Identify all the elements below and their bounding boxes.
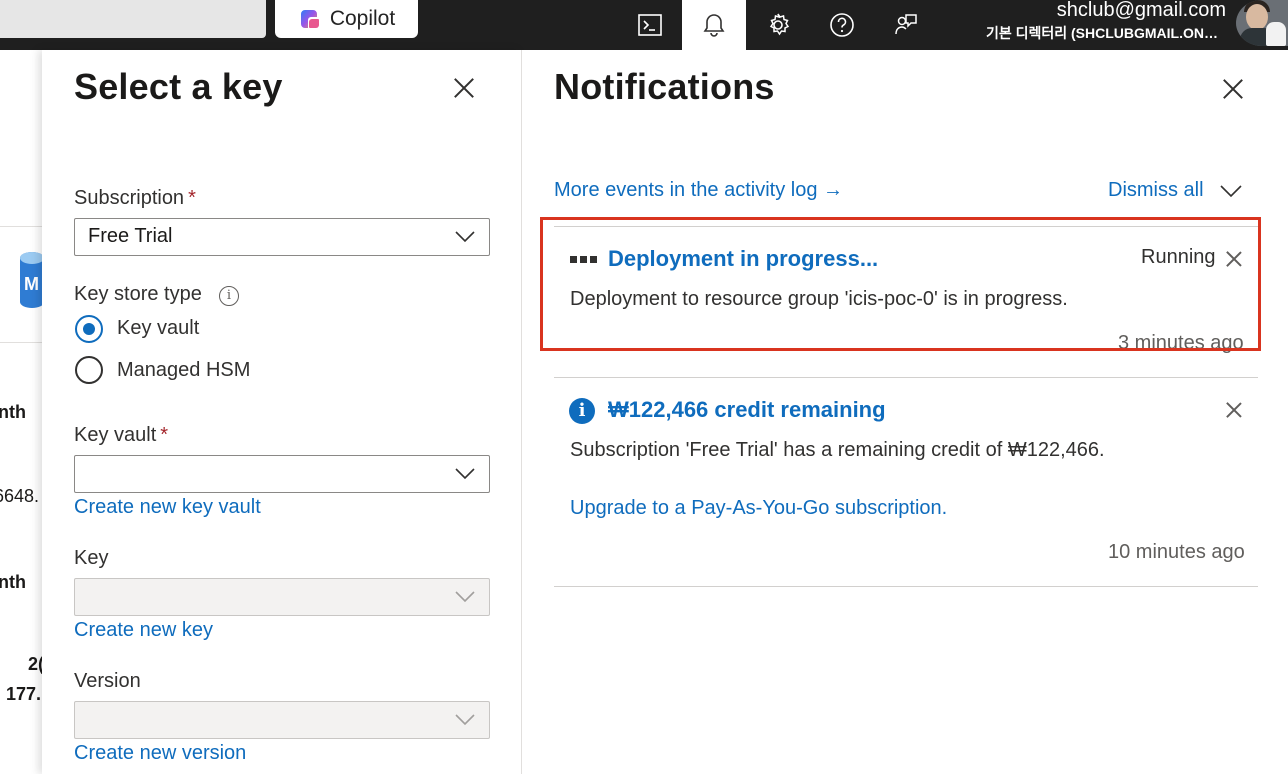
- chevron-down-icon: [455, 231, 475, 243]
- version-dropdown[interactable]: [74, 701, 490, 739]
- subscription-dropdown[interactable]: Free Trial: [74, 218, 490, 256]
- notification-time: 10 minutes ago: [1108, 541, 1245, 563]
- dismiss-notification-icon[interactable]: [1226, 251, 1242, 267]
- avatar[interactable]: [1236, 0, 1288, 46]
- global-search-box[interactable]: [0, 0, 266, 38]
- info-icon: i: [569, 398, 595, 424]
- notification-body: Deployment to resource group 'icis-poc-0…: [570, 288, 1068, 310]
- progress-dots-icon: [570, 256, 597, 263]
- key-vault-label: Key vault *: [74, 424, 169, 446]
- copilot-label: Copilot: [329, 7, 396, 30]
- key-vault-radio-label: Key vault: [117, 317, 200, 339]
- background-text: 2(: [28, 654, 42, 674]
- info-icon[interactable]: i: [219, 286, 239, 306]
- account-menu[interactable]: shclub@gmail.com 기본 디렉터리 (SHCLUBGMAIL.ON…: [960, 0, 1230, 50]
- bell-icon: [703, 14, 725, 37]
- notification-title[interactable]: Deployment in progress...: [608, 246, 878, 272]
- settings-button[interactable]: [746, 0, 810, 50]
- create-version-link[interactable]: Create new version: [74, 742, 246, 765]
- close-icon[interactable]: [1222, 78, 1244, 100]
- key-label: Key: [74, 547, 109, 569]
- activity-log-link[interactable]: More events in the activity log →: [554, 179, 843, 202]
- key-store-type-label: Key store type: [74, 283, 202, 305]
- background-text: 6648.: [0, 486, 40, 506]
- gear-icon: [769, 13, 790, 36]
- background-text: nth: [0, 572, 26, 592]
- chevron-down-icon: [455, 714, 475, 726]
- copilot-button[interactable]: Copilot: [275, 0, 418, 38]
- help-icon: [830, 13, 854, 37]
- feedback-button[interactable]: [874, 0, 938, 50]
- key-vault-dropdown[interactable]: [74, 455, 490, 493]
- panel-title: Select a key: [74, 66, 283, 107]
- subscription-value: Free Trial: [88, 225, 173, 247]
- background-text: 177.: [6, 684, 42, 704]
- top-bar: Copilot shclub@gmail.com 기본 디렉터리 (SHCLUB…: [0, 0, 1288, 50]
- dismiss-all-button[interactable]: Dismiss all: [1108, 179, 1204, 202]
- managed-hsm-radio[interactable]: [75, 356, 103, 384]
- sql-database-icon: M: [20, 252, 42, 308]
- subscription-label: Subscription *: [74, 187, 196, 209]
- background-text: nth: [0, 402, 26, 422]
- notifications-panel: Notifications More events in the activit…: [522, 50, 1288, 774]
- terminal-icon: [638, 14, 662, 36]
- dismiss-notification-icon[interactable]: [1226, 402, 1242, 418]
- upgrade-link[interactable]: Upgrade to a Pay-As-You-Go subscription.: [570, 497, 947, 520]
- notification-title[interactable]: ₩122,466 credit remaining: [608, 397, 886, 423]
- create-key-link[interactable]: Create new key: [74, 619, 213, 642]
- help-button[interactable]: [810, 0, 874, 50]
- notifications-title: Notifications: [554, 66, 775, 107]
- chevron-down-icon[interactable]: [1220, 185, 1242, 198]
- notifications-button[interactable]: [682, 0, 746, 50]
- chevron-down-icon: [455, 468, 475, 480]
- managed-hsm-radio-label: Managed HSM: [117, 359, 251, 381]
- copilot-logo-icon: [300, 10, 319, 28]
- background-page: M nth 6648. nth 2( 177.: [0, 50, 42, 774]
- create-key-vault-link[interactable]: Create new key vault: [74, 496, 261, 519]
- svg-text:M: M: [24, 274, 39, 294]
- feedback-icon: [895, 14, 917, 35]
- key-vault-radio[interactable]: [75, 315, 103, 343]
- account-directory: 기본 디렉터리 (SHCLUBGMAIL.ON…: [985, 25, 1218, 41]
- account-email: shclub@gmail.com: [1056, 0, 1226, 21]
- cloud-shell-button[interactable]: [618, 0, 682, 50]
- close-icon[interactable]: [453, 77, 475, 99]
- key-dropdown[interactable]: [74, 578, 490, 616]
- chevron-down-icon: [455, 591, 475, 603]
- notification-time: 3 minutes ago: [1118, 332, 1244, 354]
- version-label: Version: [74, 670, 141, 692]
- select-key-panel: Select a key Subscription * Free Trial Ke…: [42, 50, 522, 774]
- notification-body: Subscription 'Free Trial' has a remainin…: [570, 439, 1105, 461]
- notification-status: Running: [1141, 246, 1216, 268]
